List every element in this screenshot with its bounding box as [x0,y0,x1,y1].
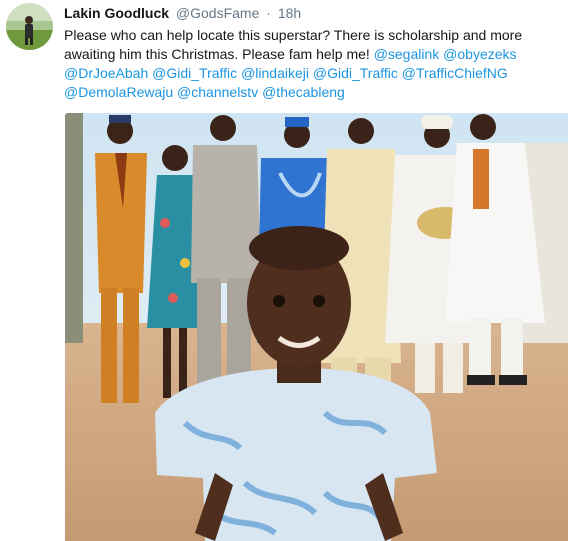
author-handle[interactable]: @GodsFame [176,5,259,21]
mention-link[interactable]: @Gidi_Traffic [313,65,398,81]
mention-link[interactable]: @obyezeks [443,46,516,62]
avatar-image [6,3,53,50]
header-separator: · [266,5,271,21]
mention-link[interactable]: @TrafficChiefNG [402,65,508,81]
mention-link[interactable]: @lindaikeji [241,65,309,81]
mention-link[interactable]: @channelstv [177,84,258,100]
tweet-photo[interactable] [65,113,568,541]
tweet-timestamp[interactable]: 18h [278,5,301,21]
tweet-text: Please who can help locate this supersta… [64,26,564,102]
author-name[interactable]: Lakin Goodluck [64,5,169,21]
photo-image [65,113,568,541]
author-avatar[interactable] [6,3,53,50]
mention-link[interactable]: @segalink [374,46,440,62]
mention-link[interactable]: @Gidi_Traffic [152,65,237,81]
mention-link[interactable]: @DemolaRewaju [64,84,173,100]
tweet: Lakin Goodluck @GodsFame · 18h Please wh… [0,0,568,541]
tweet-header: Lakin Goodluck @GodsFame · 18h [64,5,301,22]
mention-link[interactable]: @thecableng [262,84,345,100]
mention-link[interactable]: @DrJoeAbah [64,65,148,81]
